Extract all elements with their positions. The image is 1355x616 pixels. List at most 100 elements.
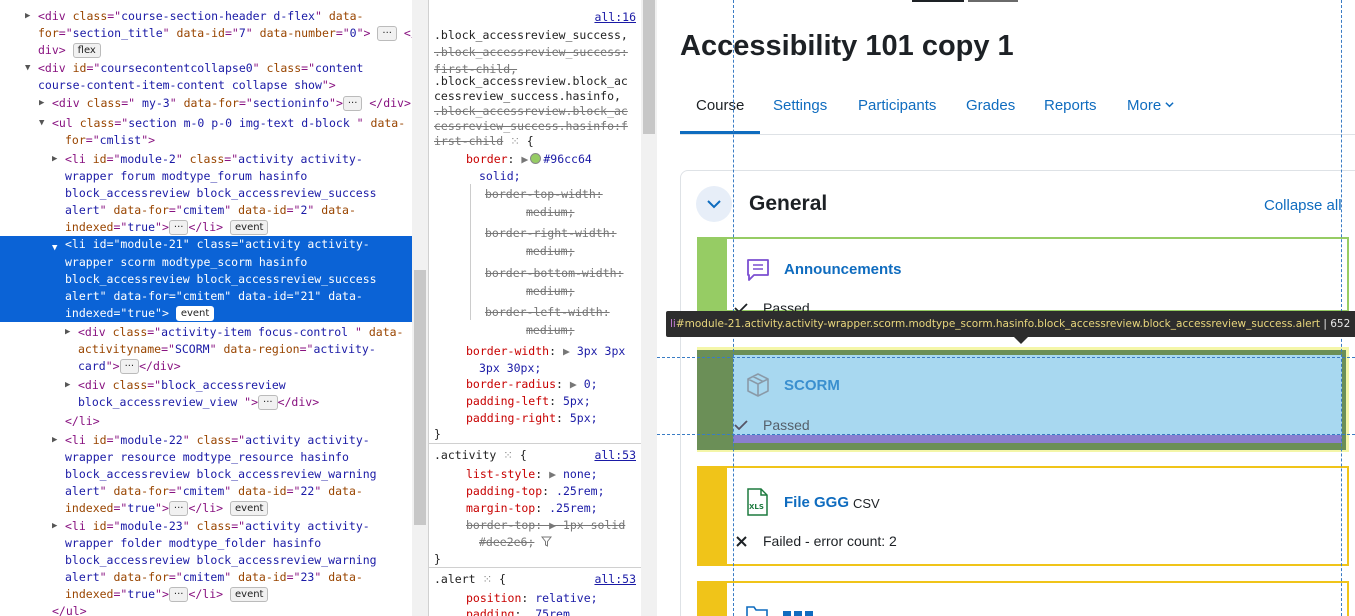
tab-participants[interactable]: Participants bbox=[858, 97, 936, 114]
nav-divider bbox=[680, 134, 1355, 135]
dom-node-line[interactable]: activityname="SCORM" data-region="activi… bbox=[0, 341, 412, 358]
forum-icon bbox=[747, 259, 769, 281]
tooltip-separator: | bbox=[1320, 318, 1331, 330]
dom-node-line[interactable]: indexed="true"> event bbox=[0, 305, 412, 322]
elements-scrollbar[interactable] bbox=[412, 0, 428, 616]
dom-node-line[interactable]: block_accessreview block_accessreview_su… bbox=[0, 271, 412, 288]
dom-node-line[interactable]: div> flex bbox=[0, 42, 412, 59]
status-bar bbox=[697, 237, 727, 312]
tab-settings[interactable]: Settings bbox=[773, 97, 827, 114]
activity-status: Passed bbox=[763, 417, 810, 433]
tab-grades[interactable]: Grades bbox=[966, 97, 1015, 114]
activity-announcements: Announcements Passed bbox=[697, 237, 1349, 316]
content-highlight bbox=[733, 355, 1342, 435]
activity-link[interactable]: File GGG bbox=[784, 494, 849, 511]
css-property-value: #dee2e6; bbox=[479, 534, 553, 551]
dom-node-line[interactable]: alert" data-for="cmitem" data-id="23" da… bbox=[0, 569, 412, 586]
svg-text:XLS: XLS bbox=[749, 503, 764, 511]
dom-node-line[interactable]: <div id="coursecontentcollapse0" class="… bbox=[0, 60, 412, 77]
dom-node-line[interactable]: <div class="activity-item focus-control … bbox=[0, 324, 412, 341]
expand-right-icon[interactable]: ▶ bbox=[25, 11, 35, 21]
expand-down-icon[interactable]: ▼ bbox=[52, 243, 62, 253]
dom-node-line[interactable]: block_accessreview block_accessreview_wa… bbox=[0, 466, 412, 483]
activity-link[interactable]: SCORM bbox=[784, 377, 840, 394]
dom-node-line[interactable]: wrapper folder modtype_folder hasinfo bbox=[0, 535, 412, 552]
css-property[interactable]: position: relative; bbox=[466, 590, 598, 607]
css-property[interactable]: border: ▶ #96cc64 bbox=[466, 151, 592, 168]
tab-more[interactable]: More bbox=[1127, 97, 1174, 114]
css-property[interactable]: padding-left: 5px; bbox=[466, 393, 591, 410]
dom-node-line[interactable]: indexed="true"> ··· </li> event bbox=[0, 219, 412, 236]
css-property[interactable]: border-radius: ▶ 0; bbox=[466, 376, 598, 393]
dom-node-line[interactable]: indexed="true"> ··· </li> event bbox=[0, 586, 412, 603]
expand-right-icon[interactable]: ▶ bbox=[65, 327, 75, 337]
activity-scorm: SCORM Passed bbox=[697, 347, 1349, 452]
property-tree-line bbox=[470, 184, 471, 320]
dom-node-line[interactable]: course-content-item-content collapse sho… bbox=[0, 77, 412, 94]
course-nav: Course Settings Participants Grades Repo… bbox=[680, 95, 1355, 137]
tooltip-arrow bbox=[1014, 337, 1028, 344]
dom-node-line[interactable]: <div class=" my-3" data-for="sectioninfo… bbox=[0, 95, 412, 112]
collapse-all-link[interactable]: Collapse all bbox=[1264, 197, 1342, 214]
elements-scrollbar-thumb[interactable] bbox=[414, 270, 426, 525]
dom-node-line[interactable]: wrapper forum modtype_forum hasinfo bbox=[0, 168, 412, 185]
tab-more-label: More bbox=[1127, 97, 1162, 114]
dom-node-line[interactable]: alert" data-for="cmitem" data-id="22" da… bbox=[0, 483, 412, 500]
css-property[interactable]: padding-right: 5px; bbox=[466, 410, 598, 427]
color-swatch[interactable] bbox=[530, 153, 542, 164]
dom-node-line[interactable]: block_accessreview_view "> ··· </div> bbox=[0, 394, 412, 411]
css-property-value: 3px 30px; bbox=[479, 361, 542, 375]
rule-divider bbox=[429, 567, 641, 568]
filter-icon[interactable] bbox=[541, 536, 553, 547]
rule-source-link[interactable]: all:53 bbox=[594, 447, 636, 464]
styles-scrollbar[interactable] bbox=[641, 0, 657, 616]
css-property[interactable]: list-style: ▶ none; bbox=[466, 466, 598, 483]
dom-node-line[interactable]: alert" data-for="cmitem" data-id="2" dat… bbox=[0, 202, 412, 219]
check-icon bbox=[734, 420, 748, 430]
css-longhand-property: border-right-width: bbox=[485, 226, 617, 240]
dom-node-line[interactable]: wrapper resource modtype_resource hasinf… bbox=[0, 449, 412, 466]
css-property[interactable]: padding-top: .25rem; bbox=[466, 483, 605, 500]
dom-node-line[interactable]: <ul class="section m-0 p-0 img-text d-bl… bbox=[0, 115, 412, 132]
tooltip-size: 652 × 100 bbox=[1330, 318, 1355, 330]
tooltip-tag: li bbox=[670, 318, 676, 330]
tab-course[interactable]: Course bbox=[696, 97, 744, 114]
dom-node-line[interactable]: block_accessreview block_accessreview_wa… bbox=[0, 552, 412, 569]
css-selector: .activity ⁙ { bbox=[434, 448, 527, 462]
activity-link[interactable]: Announcements bbox=[784, 261, 902, 278]
css-property[interactable]: border-width: ▶ 3px 3px bbox=[466, 343, 625, 360]
css-property-overridden[interactable]: border-top: ▶ 1px solid bbox=[466, 517, 625, 534]
styles-panel: all:16 .block_accessreview_success, .block… bbox=[428, 0, 641, 616]
rule-source-link[interactable]: all:53 bbox=[594, 571, 636, 588]
expand-right-icon[interactable]: ▶ bbox=[65, 380, 75, 390]
xls-file-icon: XLS bbox=[747, 488, 768, 516]
tab-reports[interactable]: Reports bbox=[1044, 97, 1097, 114]
dom-node-line[interactable]: indexed="true"> ··· </li> event bbox=[0, 500, 412, 517]
dom-node-line[interactable]: </ul> bbox=[0, 603, 412, 616]
rule-close: } bbox=[434, 427, 441, 441]
dom-node-line[interactable]: block_accessreview block_accessreview_su… bbox=[0, 185, 412, 202]
dom-node-line[interactable]: wrapper scorm modtype_scorm hasinfo bbox=[0, 254, 412, 271]
dom-node-line[interactable]: for="section_title" data-id="7" data-num… bbox=[0, 25, 412, 42]
dom-node-line[interactable]: <div class="block_accessreview bbox=[0, 377, 412, 394]
collapse-section-button[interactable] bbox=[696, 186, 732, 222]
tooltip-selector: #module-21.activity.activity-wrapper.sco… bbox=[675, 318, 1321, 330]
activity-box bbox=[727, 466, 1349, 566]
css-property[interactable]: margin-top: .25rem; bbox=[466, 500, 598, 517]
expand-right-icon[interactable]: ▶ bbox=[52, 521, 62, 531]
expand-down-icon[interactable]: ▼ bbox=[25, 63, 35, 73]
dom-node-line[interactable]: alert" data-for="cmitem" data-id="21" da… bbox=[0, 288, 412, 305]
status-bar bbox=[697, 350, 727, 450]
css-property[interactable]: padding: .75rem bbox=[466, 606, 570, 616]
expand-down-icon[interactable]: ▼ bbox=[39, 118, 49, 128]
css-property-value: solid; bbox=[479, 169, 521, 183]
expand-right-icon[interactable]: ▶ bbox=[52, 435, 62, 445]
dom-node-line[interactable]: <div class="course-section-header d-flex… bbox=[0, 8, 412, 25]
styles-scrollbar-thumb[interactable] bbox=[643, 0, 655, 134]
dom-node-line[interactable]: card"> ··· </div> bbox=[0, 358, 412, 375]
expand-right-icon[interactable]: ▶ bbox=[39, 98, 49, 108]
dom-node-line[interactable]: for="cmlist"> bbox=[0, 132, 412, 149]
rule-source-link[interactable]: all:16 bbox=[594, 9, 636, 26]
expand-right-icon[interactable]: ▶ bbox=[52, 154, 62, 164]
dom-node-line[interactable]: </li> bbox=[0, 413, 412, 430]
